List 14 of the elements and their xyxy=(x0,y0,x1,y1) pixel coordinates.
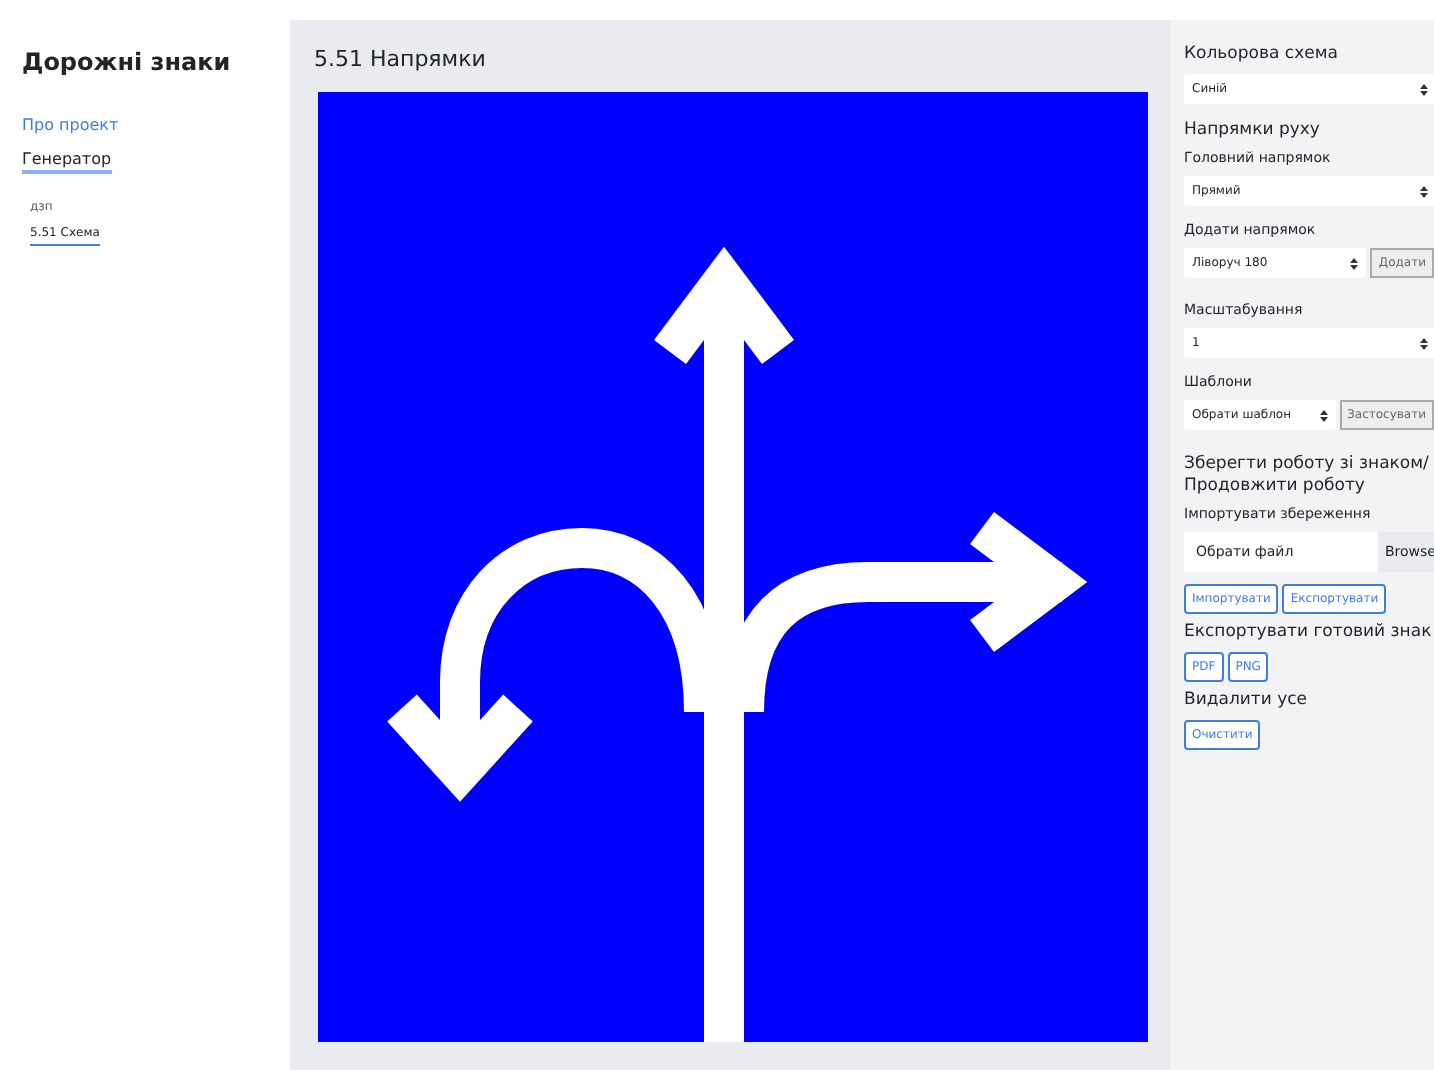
section-heading: Кольорова схема xyxy=(1184,44,1340,67)
section-heading: Видалити усе xyxy=(1184,690,1310,713)
section-heading: Напрямки руху xyxy=(1184,120,1322,143)
section-heading: Експортувати готовий знак xyxy=(1184,622,1434,645)
section-heading: Зберегти роботу зі знаком/ Продовжити роботу xyxy=(1184,454,1431,499)
updown-icon xyxy=(1420,185,1428,198)
updown-icon xyxy=(1420,83,1428,96)
sign-title: 5.51 Напрямки xyxy=(314,46,488,72)
updown-icon xyxy=(1420,337,1428,350)
nav-link[interactable]: Генератор xyxy=(22,150,112,174)
nav-link[interactable]: Про проект xyxy=(22,116,119,140)
site-title: Дорожні знаки xyxy=(22,48,231,76)
updown-icon xyxy=(1350,257,1359,270)
updown-icon xyxy=(1319,409,1328,422)
